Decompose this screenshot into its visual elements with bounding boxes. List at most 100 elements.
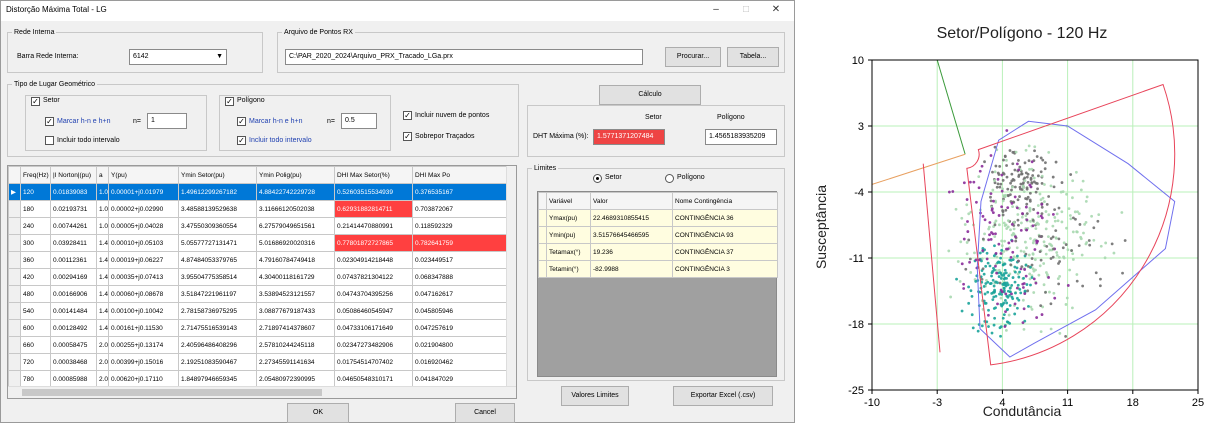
- row-header[interactable]: [8, 319, 21, 337]
- limites-cell[interactable]: CONTINGÊNCIA 37: [672, 243, 778, 261]
- freq-cell[interactable]: 0.047257619: [412, 319, 509, 337]
- limites-cell[interactable]: CONTINGÊNCIA 36: [672, 209, 778, 227]
- limites-cell[interactable]: -82.9988: [590, 260, 673, 278]
- freq-cell[interactable]: 0.02304914218448: [334, 251, 413, 269]
- freq-hscroll-thumb[interactable]: [22, 389, 322, 396]
- freq-cell[interactable]: 300: [20, 234, 51, 252]
- barra-select[interactable]: 6142 ▼: [129, 49, 227, 65]
- freq-table-row[interactable]: 300 0.03928411 1.4 0.00010+j0.05103 5.055777…: [8, 234, 509, 252]
- row-header[interactable]: [8, 336, 21, 354]
- freq-vscrollbar[interactable]: [506, 166, 516, 386]
- freq-cell[interactable]: 3.48588139529638: [178, 200, 257, 218]
- freq-cell[interactable]: 2.71897414378607: [256, 319, 335, 337]
- row-header[interactable]: [8, 370, 21, 388]
- nuvem-checkbox[interactable]: ✓: [403, 111, 412, 120]
- freq-table-row[interactable]: 180 0.02193731 1.0 0.00002+j0.02990 3.485881…: [8, 200, 509, 218]
- freq-cell[interactable]: 0.00058475: [50, 336, 97, 354]
- limites-column-header[interactable]: Variável: [546, 192, 591, 210]
- row-header[interactable]: [8, 285, 21, 303]
- freq-cell[interactable]: 0.02193731: [50, 200, 97, 218]
- row-header[interactable]: [8, 200, 21, 218]
- freq-cell[interactable]: 3.47550309360554: [178, 217, 257, 235]
- freq-cell[interactable]: 0.00255+j0.13174: [108, 336, 179, 354]
- freq-cell[interactable]: 420: [20, 268, 51, 286]
- ok-button[interactable]: OK: [287, 403, 349, 423]
- freq-cell[interactable]: 1.4: [96, 319, 109, 337]
- row-header[interactable]: [538, 209, 547, 227]
- valores-limites-button[interactable]: Valores Limites: [561, 386, 629, 406]
- freq-cell[interactable]: 0.21414470880991: [334, 217, 413, 235]
- limites-column-header[interactable]: Valor: [590, 192, 673, 210]
- freq-cell[interactable]: 0.00019+j0.06227: [108, 251, 179, 269]
- freq-cell[interactable]: 1.84897946659345: [178, 370, 257, 388]
- row-header[interactable]: [8, 251, 21, 269]
- freq-cell[interactable]: 0.00166906: [50, 285, 97, 303]
- limites-table-row[interactable]: Ymin(pu) 3.5157664546659​5 CONTINGÊNCIA 93: [538, 226, 778, 244]
- freq-cell[interactable]: 0.01839083: [50, 183, 97, 201]
- freq-cell[interactable]: 600: [20, 319, 51, 337]
- freq-cell[interactable]: 0.068347888: [412, 268, 509, 286]
- freq-cell[interactable]: 1.0: [96, 217, 109, 235]
- freq-column-header[interactable]: Freq(Hz): [20, 166, 51, 184]
- freq-table-row[interactable]: 720 0.00038468 2.0 0.00399+j0.15016 2.192510…: [8, 353, 509, 371]
- freq-cell[interactable]: 4.88422742229728: [256, 183, 335, 201]
- freq-cell[interactable]: 0.04733106171649: [334, 319, 413, 337]
- row-header[interactable]: [8, 353, 21, 371]
- freq-cell[interactable]: 0.03928411: [50, 234, 97, 252]
- limites-setor-radio[interactable]: [593, 174, 602, 183]
- freq-cell[interactable]: 1.4: [96, 234, 109, 252]
- freq-cell[interactable]: 0.00002+j0.02990: [108, 200, 179, 218]
- freq-cell[interactable]: 0.00141484: [50, 302, 97, 320]
- freq-cell[interactable]: 0.01754514707402: [334, 353, 413, 371]
- freq-cell[interactable]: 0.00620+j0.17110: [108, 370, 179, 388]
- freq-cell[interactable]: 360: [20, 251, 51, 269]
- freq-cell[interactable]: 3.53894523121557: [256, 285, 335, 303]
- freq-cell[interactable]: 4.79160784749418: [256, 251, 335, 269]
- freq-cell[interactable]: 2.19251083590467: [178, 353, 257, 371]
- freq-cell[interactable]: 0.00128492: [50, 319, 97, 337]
- freq-table-row[interactable]: 240 0.00744261 1.0 0.00005+j0.04028 3.475503…: [8, 217, 509, 235]
- setor-n-input[interactable]: 1: [147, 113, 187, 129]
- freq-cell[interactable]: 3.08877679187433: [256, 302, 335, 320]
- maximize-button[interactable]: □: [736, 3, 756, 17]
- limites-table-row[interactable]: Tetamax(°) 19.236 CONTINGÊNCIA 37: [538, 243, 778, 261]
- setor-marcar-checkbox[interactable]: ✓: [45, 117, 54, 126]
- row-header[interactable]: ▶: [8, 183, 21, 201]
- close-button[interactable]: ✕: [766, 3, 786, 17]
- freq-hscrollbar[interactable]: [8, 386, 516, 398]
- freq-cell[interactable]: 0.00085988: [50, 370, 97, 388]
- freq-cell[interactable]: 5.01686920020316: [256, 234, 335, 252]
- freq-column-header[interactable]: |I Norton|(pu): [50, 166, 97, 184]
- freq-cell[interactable]: 0.021904800: [412, 336, 509, 354]
- freq-cell[interactable]: 240: [20, 217, 51, 235]
- freq-cell[interactable]: 540: [20, 302, 51, 320]
- freq-cell[interactable]: 2.0: [96, 353, 109, 371]
- freq-cell[interactable]: 0.04743704395256: [334, 285, 413, 303]
- freq-cell[interactable]: 2.0: [96, 370, 109, 388]
- freq-cell[interactable]: 2.27345591141634: [256, 353, 335, 371]
- freq-cell[interactable]: 0.00161+j0.11530: [108, 319, 179, 337]
- cancel-button[interactable]: Cancel: [455, 403, 515, 423]
- limites-cell[interactable]: CONTINGÊNCIA 93: [672, 226, 778, 244]
- freq-column-header[interactable]: Ymin Setor(pu): [178, 166, 257, 184]
- setor-checkbox[interactable]: ✓: [31, 97, 40, 106]
- freq-cell[interactable]: 1.4: [96, 251, 109, 269]
- limites-cell[interactable]: Ymax(pu): [546, 209, 591, 227]
- freq-cell[interactable]: 480: [20, 285, 51, 303]
- freq-cell[interactable]: 0.00294169: [50, 268, 97, 286]
- row-header[interactable]: [8, 217, 21, 235]
- freq-cell[interactable]: 4.87484053379765: [178, 251, 257, 269]
- poligono-marcar-checkbox[interactable]: ✓: [237, 117, 246, 126]
- freq-cell[interactable]: 2.05480972390995: [256, 370, 335, 388]
- poligono-incluir-checkbox[interactable]: ✓: [237, 136, 246, 145]
- limites-poligono-radio[interactable]: [665, 174, 674, 183]
- freq-cell[interactable]: 0.77801872727865: [334, 234, 413, 252]
- poligono-n-input[interactable]: 0.5: [341, 113, 377, 129]
- freq-cell[interactable]: 0.376535167: [412, 183, 509, 201]
- freq-cell[interactable]: 3.95504775358514: [178, 268, 257, 286]
- freq-cell[interactable]: 1.0: [96, 200, 109, 218]
- row-header[interactable]: [8, 234, 21, 252]
- freq-cell[interactable]: 2.57810244245118: [256, 336, 335, 354]
- freq-cell[interactable]: 0.00112361: [50, 251, 97, 269]
- freq-table-row[interactable]: 420 0.00294169 1.4 0.00035+j0.07413 3.955047…: [8, 268, 509, 286]
